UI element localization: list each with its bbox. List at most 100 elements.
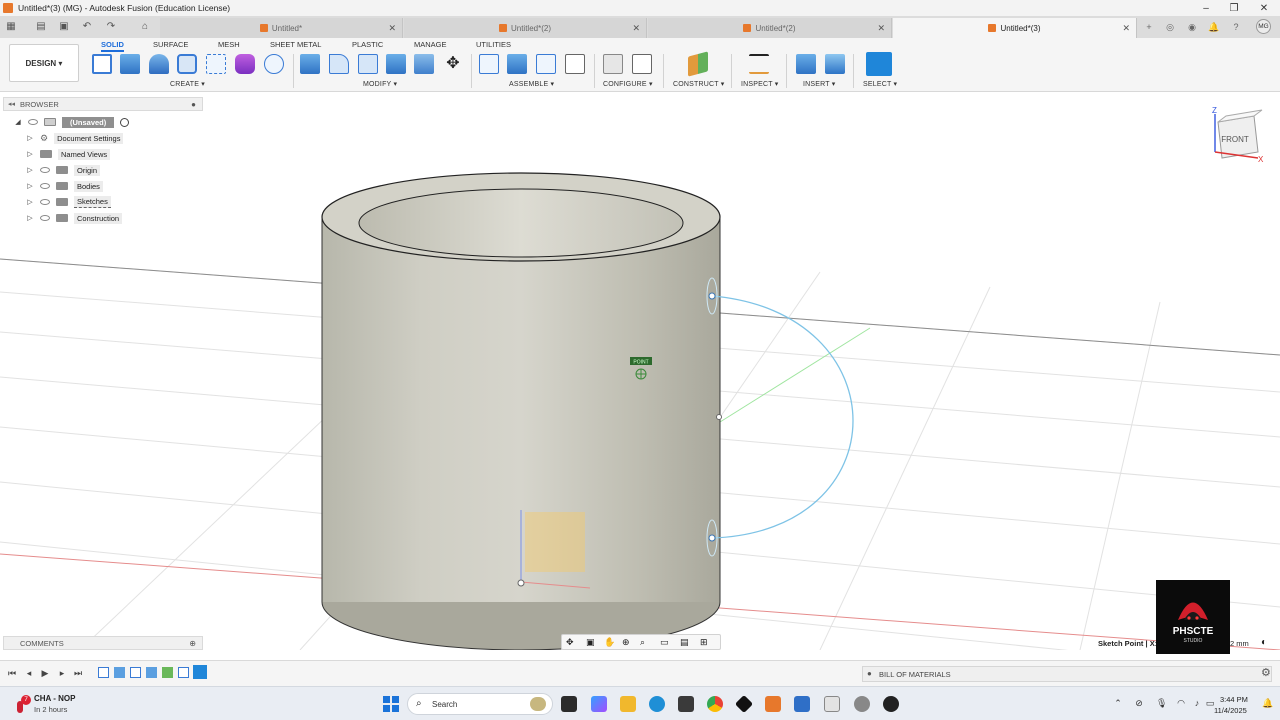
timeline-sketch-feature[interactable] — [130, 667, 141, 678]
timeline-step-forward-icon[interactable]: ▸ — [56, 667, 68, 679]
combine-icon[interactable] — [414, 54, 434, 74]
browser-panel-header[interactable]: ◂◂ BROWSER ● — [3, 97, 203, 111]
timeline-sketch-feature[interactable] — [178, 667, 189, 678]
tab-untitled-3[interactable]: Untitled*(3) ✕ — [893, 18, 1137, 38]
browser-item-sketches[interactable]: ▷ Sketches — [26, 195, 111, 209]
clock-time[interactable]: 3:44 PM — [1220, 695, 1248, 704]
tab-solid[interactable]: SOLID — [101, 40, 124, 52]
workspace-design-button[interactable]: DESIGN ▾ — [9, 44, 79, 82]
derive-icon[interactable] — [264, 54, 284, 74]
tab-surface[interactable]: SURFACE — [153, 40, 188, 49]
chamfer-icon[interactable] — [358, 54, 378, 74]
assemble-menu[interactable]: ASSEMBLE ▾ — [509, 80, 554, 88]
insert-menu[interactable]: INSERT ▾ — [803, 80, 835, 88]
notifications-icon[interactable]: 🔔 — [1207, 20, 1221, 34]
pan-icon[interactable]: ✋ — [604, 637, 615, 648]
fit-icon[interactable]: ⌕ — [640, 637, 645, 648]
configuration-table-icon[interactable] — [632, 54, 652, 74]
offset-plane-icon[interactable] — [688, 51, 708, 77]
save-icon[interactable]: ▣ — [57, 20, 71, 34]
viewports-icon[interactable]: ⊞ — [700, 637, 708, 648]
task-view-icon[interactable] — [561, 696, 577, 712]
store-icon[interactable] — [678, 696, 694, 712]
taskbar-search-box[interactable]: ⌕ Search — [407, 693, 553, 715]
visibility-eye-icon[interactable] — [40, 167, 50, 173]
select-cursor-icon[interactable] — [866, 52, 892, 76]
snipping-tool-icon[interactable] — [824, 696, 840, 712]
add-comment-icon[interactable]: ⊕ — [189, 639, 196, 648]
status-settings-icon[interactable]: ◐ — [1261, 637, 1267, 648]
expand-arrow-icon[interactable]: ▷ — [26, 182, 34, 190]
tab-untitled-2[interactable]: Untitled*(2) ✕ — [404, 18, 647, 38]
construct-menu[interactable]: CONSTRUCT ▾ — [673, 80, 724, 88]
bom-table-icon[interactable] — [565, 54, 585, 74]
new-tab-icon[interactable]: + — [1142, 20, 1156, 34]
hole-icon[interactable] — [177, 54, 197, 74]
maximize-icon[interactable]: ❐ — [1220, 0, 1248, 16]
obs-icon[interactable] — [883, 696, 899, 712]
tab-close-icon[interactable]: ✕ — [388, 23, 396, 34]
user-avatar[interactable]: MG — [1256, 19, 1271, 34]
expand-arrow-icon[interactable]: ◢ — [14, 118, 22, 126]
zoom-icon[interactable]: ⊕ — [622, 637, 630, 648]
tab-untitled-2b[interactable]: Untitled*(2) ✕ — [648, 18, 892, 38]
tab-close-icon[interactable]: ✕ — [1122, 23, 1130, 34]
visibility-eye-icon[interactable] — [28, 119, 38, 125]
insert-derive-icon[interactable] — [796, 54, 816, 74]
bill-of-materials-panel[interactable]: ● BILL OF MATERIALS — [862, 666, 1272, 682]
expand-arrow-icon[interactable]: ▷ — [26, 198, 34, 206]
browser-item-document-settings[interactable]: ▷ ⚙ Document Settings — [26, 131, 124, 145]
tab-untitled[interactable]: Untitled* ✕ — [160, 18, 403, 38]
edge-icon[interactable] — [649, 696, 665, 712]
browser-item-bodies[interactable]: ▷ Bodies — [26, 179, 103, 193]
expand-arrow-icon[interactable]: ▷ — [26, 134, 34, 142]
insert-canvas-icon[interactable] — [825, 54, 845, 74]
visibility-eye-icon[interactable] — [40, 215, 50, 221]
expand-arrow-icon[interactable]: ▷ — [26, 214, 34, 222]
tray-overflow-icon[interactable]: ⌃ — [1113, 698, 1123, 708]
panel-pin-icon[interactable]: ● — [191, 100, 196, 109]
help-icon[interactable]: ? — [1229, 20, 1243, 34]
notepad-icon[interactable] — [794, 696, 810, 712]
expand-arrow-icon[interactable]: ▷ — [26, 166, 34, 174]
display-settings-icon[interactable]: ▭ — [660, 637, 669, 648]
chrome-icon[interactable] — [707, 696, 723, 712]
notification-center-icon[interactable]: 🔔 — [1262, 698, 1273, 708]
select-menu[interactable]: SELECT ▾ — [863, 80, 897, 88]
shell-icon[interactable] — [386, 54, 406, 74]
microphone-icon[interactable]: 🎙 — [1156, 698, 1167, 708]
undo-icon[interactable]: ↶ — [80, 20, 94, 34]
copilot-icon[interactable] — [591, 696, 607, 712]
browser-item-construction[interactable]: ▷ Construction — [26, 211, 123, 225]
new-component-icon[interactable] — [479, 54, 499, 74]
tab-utilities[interactable]: UTILITIES — [476, 40, 511, 49]
tab-sheet-metal[interactable]: SHEET METAL — [270, 40, 321, 49]
visibility-eye-icon[interactable] — [40, 199, 50, 205]
as-built-joint-icon[interactable] — [536, 54, 556, 74]
minimize-icon[interactable]: – — [1192, 0, 1220, 16]
browser-item-named-views[interactable]: ▷ Named Views — [26, 147, 111, 161]
view-cube[interactable]: FRONT Z X — [1212, 106, 1264, 164]
grid-snaps-icon[interactable]: ▤ — [680, 637, 689, 648]
tab-plastic[interactable]: PLASTIC — [352, 40, 383, 49]
timeline-step-back-icon[interactable]: ◂ — [23, 667, 35, 679]
browser-item-root[interactable]: ◢ (Unsaved) — [14, 115, 130, 129]
create-menu[interactable]: CREATE ▾ — [170, 80, 205, 88]
collapse-arrows-icon[interactable]: ◂◂ — [8, 100, 15, 108]
press-pull-icon[interactable] — [300, 54, 320, 74]
create-sketch-icon[interactable] — [92, 54, 112, 74]
joint-icon[interactable] — [507, 54, 527, 74]
timeline-marker[interactable] — [193, 665, 207, 679]
canvas-viewport[interactable]: POINT FRONT Z X — [0, 92, 1280, 673]
home-icon[interactable]: ⌂ — [138, 20, 152, 34]
inspect-menu[interactable]: INSPECT ▾ — [741, 80, 778, 88]
active-radio-icon[interactable] — [120, 117, 130, 127]
file-menu-icon[interactable]: ▤ — [34, 20, 48, 34]
comments-panel-header[interactable]: COMMENTS ⊕ — [3, 636, 203, 650]
measure-icon[interactable] — [749, 54, 769, 74]
tab-close-icon[interactable]: ✕ — [632, 23, 640, 34]
capcut-icon[interactable] — [734, 694, 754, 714]
extrude-icon[interactable] — [120, 54, 140, 74]
job-status-icon[interactable]: ◉ — [1185, 20, 1199, 34]
expand-arrow-icon[interactable]: ▷ — [26, 150, 34, 158]
